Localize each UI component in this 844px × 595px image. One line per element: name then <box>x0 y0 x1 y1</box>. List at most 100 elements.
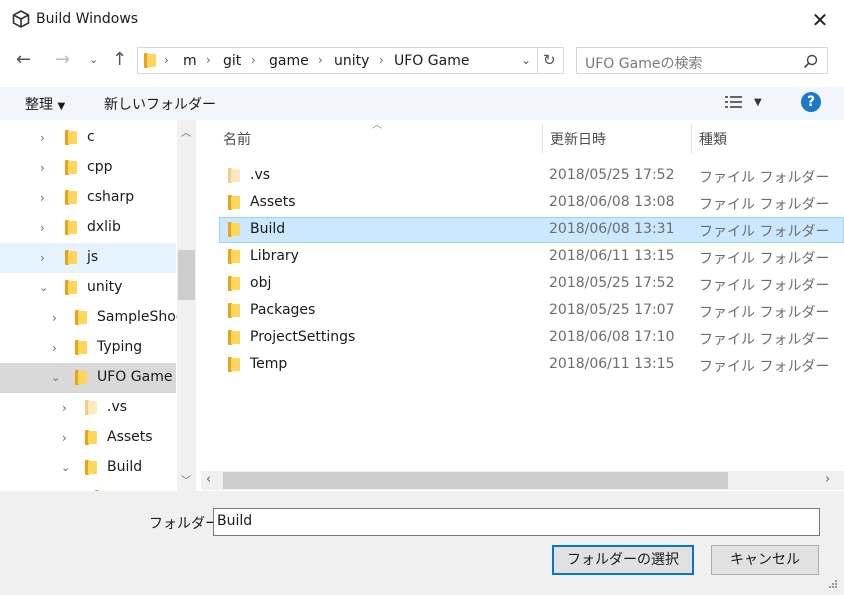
address-dropdown-icon[interactable]: ⌄ <box>521 53 531 67</box>
file-list-horizontal-scrollbar[interactable]: ‹ › <box>201 471 844 490</box>
scroll-right-icon[interactable]: › <box>825 472 830 487</box>
tree-item-unity[interactable]: ⌄ unity <box>0 273 176 303</box>
file-type: ファイル フォルダー <box>699 170 830 186</box>
column-header-name[interactable]: 名前 ︿ <box>201 120 542 153</box>
tree-item-partial[interactable] <box>0 483 176 491</box>
file-name: Assets <box>250 194 296 210</box>
folder-icon <box>228 168 240 183</box>
breadcrumb-item[interactable]: unity <box>334 53 369 69</box>
file-date: 2018/05/25 17:52 <box>549 167 675 183</box>
file-row-selected[interactable]: Build 2018/06/08 13:31 ファイル フォルダー <box>219 217 844 243</box>
title-bar: Build Windows ✕ <box>0 0 844 40</box>
file-row[interactable]: Packages 2018/05/25 17:07 ファイル フォルダー <box>219 298 844 324</box>
file-row[interactable]: .vs 2018/05/25 17:52 ファイル フォルダー <box>219 163 844 189</box>
scrollbar-thumb[interactable] <box>223 472 728 489</box>
help-icon[interactable]: ? <box>801 92 821 112</box>
address-bar[interactable]: › m › git › game › unity › UFO Game ⌄ <box>137 47 538 74</box>
cancel-button[interactable]: キャンセル <box>711 545 819 575</box>
search-input[interactable]: UFO Gameの検索 <box>585 53 702 73</box>
file-name: Temp <box>250 356 288 372</box>
file-type: ファイル フォルダー <box>699 251 830 267</box>
file-date: 2018/06/08 13:08 <box>549 194 675 210</box>
up-arrow-icon[interactable]: ↑ <box>112 49 127 70</box>
resize-grip-icon[interactable] <box>826 579 838 591</box>
forward-arrow-icon[interactable]: → <box>55 49 70 70</box>
chevron-down-icon[interactable]: ⌄ <box>39 281 48 294</box>
file-row[interactable]: obj 2018/05/25 17:52 ファイル フォルダー <box>219 271 844 297</box>
chevron-right-icon[interactable]: › <box>40 221 45 235</box>
view-dropdown-icon[interactable]: ▼ <box>754 97 762 108</box>
tree-item-build[interactable]: ⌄ Build <box>0 453 176 483</box>
nav-vertical-scrollbar[interactable]: ︿ ﹀ <box>177 120 196 491</box>
file-row[interactable]: ProjectSettings 2018/06/08 17:10 ファイル フォ… <box>219 325 844 351</box>
column-header-type[interactable]: 種類 <box>692 120 844 153</box>
folder-icon <box>75 310 87 325</box>
chevron-right-icon[interactable]: › <box>52 341 57 355</box>
tree-item-label: dxlib <box>87 219 121 235</box>
chevron-down-icon[interactable]: ⌄ <box>61 461 70 474</box>
search-icon[interactable] <box>803 54 818 69</box>
tree-item-typing[interactable]: › Typing <box>0 333 176 363</box>
breadcrumb-separator-icon[interactable]: › <box>251 53 256 67</box>
file-type: ファイル フォルダー <box>699 224 830 240</box>
tree-item-label: .vs <box>107 399 128 415</box>
folder-icon <box>65 130 77 145</box>
tree-item-c[interactable]: › c <box>0 123 176 153</box>
tree-item-label: Assets <box>107 429 153 445</box>
folder-icon <box>65 280 77 295</box>
breadcrumb-separator-icon[interactable]: › <box>379 53 384 67</box>
folder-icon <box>228 276 240 291</box>
search-box[interactable]: UFO Gameの検索 <box>576 47 828 74</box>
recent-locations-chevron-icon[interactable]: ⌄ <box>89 53 98 66</box>
file-row[interactable]: Temp 2018/06/11 13:15 ファイル フォルダー <box>219 352 844 378</box>
organize-button[interactable]: 整理 ▼ <box>25 94 65 114</box>
tree-item-dxlib[interactable]: › dxlib <box>0 213 176 243</box>
close-icon[interactable]: ✕ <box>804 2 836 38</box>
folder-name-input[interactable]: Build <box>213 508 820 536</box>
breadcrumb-item[interactable]: git <box>223 53 241 69</box>
scroll-left-icon[interactable]: ‹ <box>206 472 211 487</box>
file-row[interactable]: Library 2018/06/11 13:15 ファイル フォルダー <box>219 244 844 270</box>
folder-icon <box>228 303 240 318</box>
new-folder-button[interactable]: 新しいフォルダー <box>104 94 216 114</box>
tree-item-ufo-game[interactable]: ⌄ UFO Game <box>0 363 176 393</box>
chevron-right-icon[interactable]: › <box>40 131 45 145</box>
tree-item-vs[interactable]: › .vs <box>0 393 176 423</box>
refresh-button[interactable]: ↻ <box>538 47 564 74</box>
chevron-right-icon[interactable]: › <box>52 311 57 325</box>
breadcrumb-item[interactable]: game <box>269 53 309 69</box>
back-arrow-icon[interactable]: ← <box>16 49 31 70</box>
refresh-icon: ↻ <box>543 51 556 69</box>
breadcrumb-item[interactable]: m <box>183 53 197 69</box>
breadcrumb-separator-icon[interactable]: › <box>318 53 323 67</box>
scroll-up-icon[interactable]: ︿ <box>181 124 191 139</box>
tree-item-label: csharp <box>87 189 135 205</box>
chevron-right-icon[interactable]: › <box>40 161 45 175</box>
view-options-icon[interactable] <box>725 95 742 110</box>
breadcrumb-item[interactable]: UFO Game <box>394 53 469 69</box>
chevron-right-icon[interactable]: › <box>40 251 45 265</box>
column-header-date[interactable]: 更新日時 <box>543 120 691 153</box>
tree-item-cpp[interactable]: › cpp <box>0 153 176 183</box>
tree-item-sampleshooting[interactable]: › SampleShooting <box>0 303 178 333</box>
file-date: 2018/06/08 13:31 <box>549 221 675 237</box>
select-folder-button[interactable]: フォルダーの選択 <box>552 545 694 575</box>
file-row[interactable]: Assets 2018/06/08 13:08 ファイル フォルダー <box>219 190 844 216</box>
scroll-down-icon[interactable]: ﹀ <box>181 472 191 487</box>
chevron-right-icon[interactable]: › <box>40 191 45 205</box>
chevron-right-icon[interactable]: › <box>62 401 67 415</box>
breadcrumb-separator-icon[interactable]: › <box>206 53 211 67</box>
tree-item-js[interactable]: › js <box>0 243 176 273</box>
folder-icon <box>75 370 87 385</box>
tree-item-label: cpp <box>87 159 113 175</box>
file-name: Library <box>250 248 299 264</box>
tree-item-assets[interactable]: › Assets <box>0 423 176 453</box>
folder-icon <box>228 330 240 345</box>
file-name: Packages <box>250 302 316 318</box>
folder-icon <box>85 430 97 445</box>
breadcrumb-separator-icon[interactable]: › <box>164 53 169 67</box>
chevron-down-icon[interactable]: ⌄ <box>51 371 60 384</box>
tree-item-csharp[interactable]: › csharp <box>0 183 176 213</box>
chevron-right-icon[interactable]: › <box>62 431 67 445</box>
scrollbar-thumb[interactable] <box>178 250 195 300</box>
